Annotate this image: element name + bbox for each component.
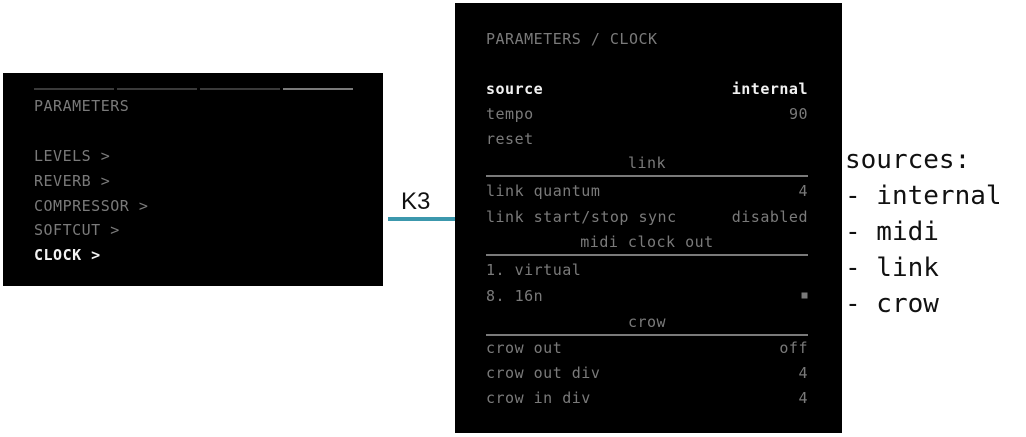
checkbox-icon[interactable]: ■ (801, 287, 808, 305)
param-value: off (779, 339, 808, 357)
param-label: reset (486, 130, 534, 148)
param-row-16n[interactable]: 8. 16n ■ (486, 287, 808, 307)
param-row-crow-out[interactable]: crow out off (486, 339, 808, 359)
menu-item-clock[interactable]: CLOCK > (34, 246, 101, 264)
menu-item-levels[interactable]: LEVELS > (34, 147, 110, 165)
param-label: 8. 16n (486, 287, 544, 305)
section-divider (486, 254, 808, 256)
menu-item-reverb[interactable]: REVERB > (34, 172, 110, 190)
param-label: link quantum (486, 182, 601, 200)
param-row-virtual[interactable]: 1. virtual (486, 261, 808, 281)
parameters-screen: PARAMETERS LEVELS > REVERB > COMPRESSOR … (3, 73, 383, 286)
param-row-crow-in-div[interactable]: crow in div 4 (486, 389, 808, 409)
param-row-link-sync[interactable]: link start/stop sync disabled (486, 208, 808, 228)
clock-parameters-screen: PARAMETERS / CLOCK source internal tempo… (455, 3, 842, 433)
param-value: 4 (798, 364, 808, 382)
section-divider (486, 175, 808, 177)
param-row-tempo[interactable]: tempo 90 (486, 105, 808, 125)
annotation-item: - internal (845, 181, 1002, 211)
param-row-reset[interactable]: reset (486, 130, 808, 150)
page-indicator-1 (34, 88, 114, 90)
param-value: 4 (798, 389, 808, 407)
param-label: source (486, 80, 544, 98)
param-label: crow in div (486, 389, 591, 407)
sources-annotation: sources: - internal - midi - link - crow (845, 142, 1002, 322)
section-header-link: link (627, 154, 667, 172)
param-label: tempo (486, 105, 534, 123)
param-label: crow out (486, 339, 563, 357)
param-label: 1. virtual (486, 261, 582, 279)
transition-arrow-line (388, 217, 456, 221)
annotation-item: - link (845, 253, 939, 283)
annotation-item: - crow (845, 289, 939, 319)
annotation-title: sources: (845, 145, 971, 175)
param-label: crow out div (486, 364, 601, 382)
menu-item-softcut[interactable]: SOFTCUT > (34, 221, 120, 239)
section-header-crow: crow (627, 313, 667, 331)
param-row-source[interactable]: source internal (486, 80, 808, 100)
param-value: 4 (798, 182, 808, 200)
param-value: 90 (788, 105, 808, 123)
param-row-crow-out-div[interactable]: crow out div 4 (486, 364, 808, 384)
param-row-link-quantum[interactable]: link quantum 4 (486, 182, 808, 202)
param-value: disabled (731, 208, 808, 226)
section-header-midi-clock-out: midi clock out (580, 233, 714, 251)
page-indicator-3 (200, 88, 280, 90)
menu-item-compressor[interactable]: COMPRESSOR > (34, 197, 148, 215)
section-divider (486, 334, 808, 336)
annotation-item: - midi (845, 217, 939, 247)
page-indicator-2 (117, 88, 197, 90)
param-value: internal (731, 80, 808, 98)
page-indicator-4 (283, 88, 353, 90)
param-label: link start/stop sync (486, 208, 677, 226)
screen-title: PARAMETERS (34, 97, 130, 115)
screen-title: PARAMETERS / CLOCK (486, 30, 658, 48)
key-label: K3 (401, 188, 431, 215)
